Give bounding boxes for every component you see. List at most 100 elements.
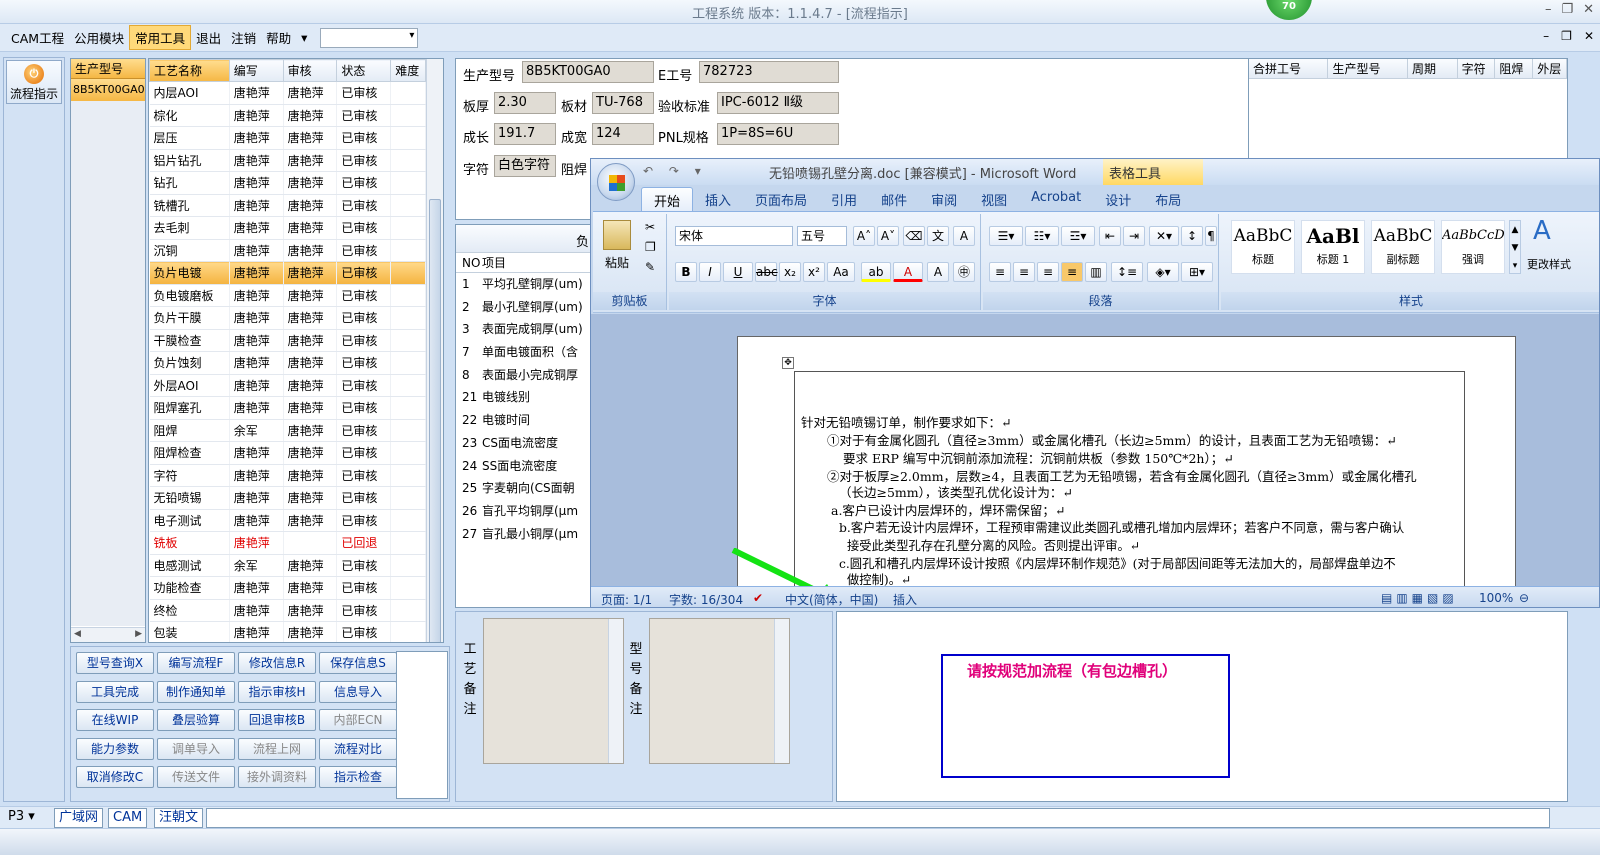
list-item[interactable]: 25 字麦朝向(CS面朝 <box>456 477 594 500</box>
process-col-header[interactable]: 审核 <box>282 59 338 82</box>
sort-icon[interactable]: ↕ <box>1181 226 1203 246</box>
table-row[interactable]: 负片干膜 唐艳萍 唐艳萍 已审核 <box>149 306 426 330</box>
clear-format-icon[interactable]: ⌫ <box>903 226 925 246</box>
menu-item-tools[interactable]: 常用工具 <box>129 25 192 50</box>
menu-select[interactable] <box>320 27 419 48</box>
action-button[interactable]: 取消修改C <box>76 766 154 788</box>
ribbon-tab[interactable]: 设计 <box>1093 187 1143 211</box>
merge-col-header[interactable]: 合拼工号 <box>1249 59 1329 78</box>
mdi-minimize-icon[interactable]: – <box>1543 29 1549 43</box>
close-icon[interactable]: ✕ <box>1583 2 1594 17</box>
action-button[interactable]: 指示审核H <box>238 680 316 703</box>
action-button[interactable]: 指示检查 <box>319 766 397 788</box>
word-page-status[interactable]: 页面: 1/1 <box>601 591 652 607</box>
show-marks-icon[interactable]: ¶ <box>1205 226 1217 246</box>
menu-item-cam[interactable]: CAM工程 <box>6 26 69 49</box>
table-row[interactable]: 沉铜 唐艳萍 唐艳萍 已审核 <box>149 239 426 262</box>
line-spacing-icon[interactable]: ↕≡ <box>1111 262 1143 282</box>
action-button[interactable]: 叠层验算 <box>157 709 235 731</box>
change-styles-icon[interactable]: A <box>1533 216 1551 246</box>
proofing-icon[interactable]: ✔ <box>753 591 763 605</box>
borders-icon[interactable]: ⊞▾ <box>1181 262 1213 282</box>
action-button[interactable]: 信息导入 <box>319 680 397 703</box>
standard-field[interactable]: IPC-6012 Ⅱ级 <box>717 92 839 114</box>
table-row[interactable]: 阻焊 余军 唐艳萍 已审核 <box>149 419 426 442</box>
maximize-icon[interactable]: ❐ <box>1561 2 1573 17</box>
flow-indicator-button[interactable]: ⏻ 流程指示 <box>6 60 62 104</box>
action-button[interactable]: 调单导入 <box>157 737 235 760</box>
table-row[interactable]: 阻焊塞孔 唐艳萍 唐艳萍 已审核 <box>149 396 426 420</box>
style-heading1[interactable]: AaBl 标题 1 <box>1301 220 1365 274</box>
model-field[interactable]: 8B5KT00GA0 <box>522 61 654 83</box>
table-row[interactable]: 终检 唐艳萍 唐艳萍 已审核 <box>149 599 426 622</box>
font-color-icon[interactable]: A <box>893 262 923 282</box>
process-col-header[interactable]: 工艺名称 <box>149 59 230 82</box>
process-col-header[interactable]: 编写 <box>228 59 284 82</box>
action-button[interactable]: 流程对比 <box>319 737 397 760</box>
list-item[interactable]: 21 电镀线别 <box>456 386 594 409</box>
justify-icon[interactable]: ≡ <box>1061 262 1083 282</box>
table-row[interactable]: 字符 唐艳萍 唐艳萍 已审核 <box>149 464 426 487</box>
superscript-icon[interactable]: x² <box>803 262 825 282</box>
shading-icon[interactable]: ◈▾ <box>1147 262 1179 282</box>
list-item[interactable]: 23 CS面电流密度 <box>456 432 594 455</box>
ribbon-tab[interactable]: 开始 <box>641 187 694 211</box>
char-field[interactable]: 白色字符 <box>494 155 556 177</box>
process-col-header[interactable]: 状态 <box>336 59 392 82</box>
action-button[interactable]: 编写流程F <box>157 652 235 674</box>
decrease-indent-icon[interactable]: ⇤ <box>1099 226 1121 246</box>
underline-icon[interactable]: U <box>723 262 753 282</box>
ribbon-tab[interactable]: 视图 <box>969 187 1019 211</box>
action-button[interactable]: 能力参数 <box>76 737 154 760</box>
quick-access-toolbar[interactable]: ↶ ↷ ▾ <box>643 164 707 178</box>
align-center-icon[interactable]: ≡ <box>1013 262 1035 282</box>
action-button[interactable]: 流程上网 <box>238 737 316 760</box>
align-left-icon[interactable]: ≡ <box>989 262 1011 282</box>
copy-icon[interactable]: ❐ <box>645 240 656 254</box>
strikethrough-icon[interactable]: abc <box>755 262 778 282</box>
style-subtitle[interactable]: AaBbC 副标题 <box>1371 220 1435 274</box>
merge-col-header[interactable]: 外层 <box>1533 59 1567 78</box>
table-row[interactable]: 包装 唐艳萍 唐艳萍 已审核 <box>149 621 426 642</box>
menu-item-help[interactable]: 帮助 <box>261 26 296 49</box>
grow-font-icon[interactable]: A˄ <box>853 226 875 246</box>
shrink-font-icon[interactable]: A˅ <box>877 226 899 246</box>
office-button[interactable] <box>597 163 635 201</box>
zoom-level[interactable]: 100% <box>1479 591 1513 605</box>
list-item[interactable]: 27 盲孔最小铜厚(μm <box>456 523 594 546</box>
model-list-item[interactable]: 8B5KT00GA0 <box>71 79 145 101</box>
pnl-field[interactable]: 1P=8S=6U <box>717 123 839 145</box>
material-field[interactable]: TU-768 <box>592 92 654 114</box>
subscript-icon[interactable]: x₂ <box>779 262 801 282</box>
bullets-icon[interactable]: ☰▾ <box>989 226 1023 246</box>
action-button[interactable]: 型号查询X <box>76 652 154 674</box>
char-shading-icon[interactable]: A <box>927 262 949 282</box>
table-move-handle[interactable]: ✥ <box>782 357 794 369</box>
process-table-scrollbar[interactable] <box>426 59 443 642</box>
model-list-hscroll[interactable]: ◀ ▶ <box>71 627 145 642</box>
enclose-char-icon[interactable]: ㊥ <box>953 262 975 282</box>
action-button[interactable]: 传送文件 <box>157 766 235 788</box>
model-list-header[interactable]: 生产型号 <box>71 59 145 79</box>
table-row[interactable]: 负片电镀 唐艳萍 唐艳萍 已审核 <box>149 261 426 285</box>
menu-item-exit[interactable]: 退出 <box>191 26 226 49</box>
bold-icon[interactable]: B <box>675 262 697 282</box>
table-row[interactable]: 功能检查 唐艳萍 唐艳萍 已审核 <box>149 576 426 600</box>
change-case-icon[interactable]: Aa <box>827 262 855 282</box>
process-col-header[interactable]: 难度 <box>390 59 426 82</box>
table-row[interactable]: 铣板 唐艳萍 已回退 <box>149 531 426 555</box>
ribbon-tab[interactable]: 插入 <box>693 187 743 211</box>
menu-item-logout[interactable]: 注销 <box>226 26 261 49</box>
width-field[interactable]: 124 <box>592 123 654 145</box>
chinese-layout-icon[interactable]: ✕▾ <box>1149 226 1179 246</box>
increase-indent-icon[interactable]: ⇥ <box>1123 226 1145 246</box>
list-item[interactable]: 26 盲孔平均铜厚(μm <box>456 500 594 523</box>
list-item[interactable]: 7 单面电镀面积（含 <box>456 341 594 364</box>
thickness-field[interactable]: 2.30 <box>494 92 556 114</box>
table-row[interactable]: 层压 唐艳萍 唐艳萍 已审核 <box>149 126 426 150</box>
table-row[interactable]: 去毛刺 唐艳萍 唐艳萍 已审核 <box>149 216 426 240</box>
cut-icon[interactable]: ✂ <box>645 220 655 234</box>
menu-item-public[interactable]: 公用模块 <box>69 26 129 49</box>
paste-icon[interactable] <box>603 220 631 250</box>
action-button[interactable]: 修改信息R <box>238 652 316 674</box>
